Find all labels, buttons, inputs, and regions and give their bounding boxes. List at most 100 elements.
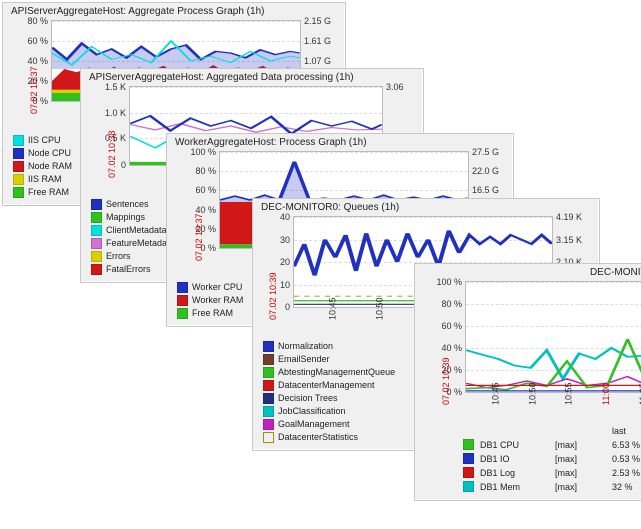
chart-title: APIServerAggregateHost: Aggregate Proces… (3, 3, 345, 20)
ytick: 2.15 G (300, 16, 331, 26)
series-label: ClientMetadata (106, 224, 167, 237)
xtick: 07.02 10:39 (441, 357, 451, 405)
ytick: 60 % (441, 321, 466, 331)
series-value: 0.53 % (612, 453, 641, 466)
series-swatch (263, 419, 274, 430)
ytick: 40 % (441, 343, 466, 353)
series-label: DB1 IO (480, 453, 549, 466)
series-swatch (263, 432, 274, 443)
series-swatch (263, 341, 274, 352)
xtick: 07.02 10:37 (194, 213, 204, 261)
series-label: DatacenterStatistics (278, 431, 358, 444)
series-label: Decision Trees (278, 392, 338, 405)
series-label: Worker CPU (192, 281, 242, 294)
ytick: 10 (280, 280, 294, 290)
series-swatch (177, 282, 188, 293)
ytick: 16.5 G (468, 185, 499, 195)
series-agg: [max] (555, 467, 606, 480)
ytick: 1.5 K (105, 82, 130, 92)
xtick: 10:50 (527, 382, 537, 405)
ytick: 22.0 G (468, 166, 499, 176)
series-value: 6.53 % (612, 439, 641, 452)
series-swatch (13, 174, 24, 185)
series-label: DB1 Mem (480, 481, 549, 494)
xtick: 07.02 10:38 (107, 130, 117, 178)
series-value: 32 % (612, 481, 641, 494)
series-swatch (263, 367, 274, 378)
series-swatch (463, 481, 474, 492)
series-label: Normalization (278, 340, 333, 353)
series-swatch (91, 251, 102, 262)
series-swatch (13, 187, 24, 198)
xtick: 07.02 10:37 (29, 66, 39, 114)
series-label: Node RAM (28, 160, 72, 173)
ytick: 3.06 (382, 82, 404, 92)
series-label: DB1 CPU (480, 439, 549, 452)
series-swatch (91, 225, 102, 236)
xtick: 11:00 (601, 383, 611, 405)
ytick: 27.5 G (468, 147, 499, 157)
series-label: IIS RAM (28, 173, 62, 186)
chart-title: DEC-MONITOR0: Queues (1h) (253, 199, 599, 216)
x-axis: 07.02 10:39 10:45 10:50 10:55 11:00 11:0… (465, 393, 641, 421)
series-label: IIS CPU (28, 134, 61, 147)
ytick: 1.61 G (300, 36, 331, 46)
series-swatch (177, 295, 188, 306)
series-label: Node CPU (28, 147, 71, 160)
series-label: Free RAM (192, 307, 233, 320)
series-label: FeatureMetadata (106, 237, 175, 250)
series-label: EmailSender (278, 353, 330, 366)
ytick: 100 % (436, 277, 466, 287)
series-label: DB1 Log (480, 467, 549, 480)
xtick: 10:55 (564, 382, 574, 405)
ytick: 1.07 G (300, 56, 331, 66)
ytick: 100 % (190, 147, 220, 157)
series-swatch (463, 453, 474, 464)
series-label: AbtestingManagementQueue (278, 366, 395, 379)
series-label: Errors (106, 250, 131, 263)
ytick: 1.0 K (105, 108, 130, 118)
chart-title: APIServerAggregateHost: Aggregated Data … (81, 69, 423, 86)
ytick: 40 (280, 212, 294, 222)
series-swatch (13, 135, 24, 146)
ytick: 4.19 K (552, 212, 582, 222)
series-swatch (13, 148, 24, 159)
ytick: 20 (280, 257, 294, 267)
series-swatch (263, 393, 274, 404)
series-label: Worker RAM (192, 294, 243, 307)
series-swatch (263, 380, 274, 391)
series-swatch (91, 212, 102, 223)
ytick: 80 % (195, 166, 220, 176)
series-label: FatalErrors (106, 263, 151, 276)
series-swatch (91, 264, 102, 275)
series-label: Free RAM (28, 186, 69, 199)
series-value: 2.53 % (612, 467, 641, 480)
series-label: Mappings (106, 211, 145, 224)
series-label: Sentences (106, 198, 149, 211)
ytick: 3.15 K (552, 235, 582, 245)
series-swatch (13, 161, 24, 172)
chart-plot: 0 % 20 % 40 % 60 % 80 % 100 % (465, 281, 641, 393)
series-swatch (263, 354, 274, 365)
series-swatch (177, 308, 188, 319)
dashboard-canvas: APIServerAggregateHost: Aggregate Proces… (0, 0, 641, 529)
xtick: 10:45 (328, 297, 338, 320)
ytick: 60 % (195, 185, 220, 195)
series-swatch (463, 467, 474, 478)
xtick: 07.02 10:39 (268, 272, 278, 320)
series-label: DatacenterManagement (278, 379, 375, 392)
series-swatch (91, 199, 102, 210)
series-agg: [max] (555, 453, 606, 466)
legend-table: last DB1 CPU[max]6.53 % DB1 IO[max]0.53 … (415, 421, 641, 500)
ytick: 60 % (27, 36, 52, 46)
series-label: JobClassification (278, 405, 346, 418)
ytick: 80 % (27, 16, 52, 26)
xtick: 10:50 (375, 297, 385, 320)
series-label: GoalManagement (278, 418, 350, 431)
xtick: 10:45 (491, 382, 501, 405)
series-swatch (463, 439, 474, 450)
series-agg: [max] (555, 481, 606, 494)
panel-dec-db: DEC-MONITOR0 0 % 20 % 40 % 60 % 80 % 100… (414, 263, 641, 501)
series-swatch (91, 238, 102, 249)
series-agg: [max] (555, 439, 606, 452)
